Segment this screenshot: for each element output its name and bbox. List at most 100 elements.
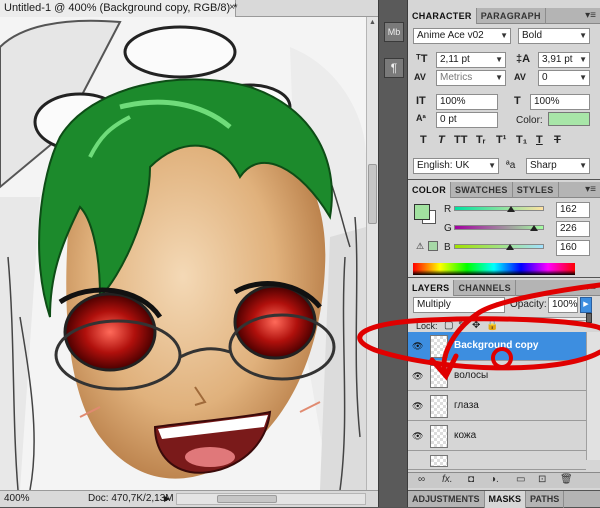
gamut-warning-icon[interactable]: ⚠ — [416, 241, 424, 252]
opacity-slider-knob[interactable] — [586, 313, 592, 323]
lock-transparent-icon[interactable]: ▢ — [444, 320, 453, 331]
lock-all-icon[interactable]: 🔒 — [486, 320, 498, 331]
blend-mode-select[interactable]: Multiply ▼ — [413, 297, 505, 313]
eye-icon[interactable]: 👁 — [412, 402, 423, 411]
mini-bridge-button[interactable]: Mb — [384, 22, 404, 42]
document-tab[interactable]: Untitled-1 @ 400% (Background copy, RGB/… — [0, 0, 238, 17]
font-size-icon: ᵀT — [416, 53, 428, 65]
color-label: Color: — [516, 115, 543, 126]
lock-image-icon[interactable]: ✎ — [458, 320, 466, 331]
foreground-color-swatch[interactable] — [414, 204, 430, 220]
vertical-scale-icon: IT — [416, 95, 426, 107]
leading-field[interactable]: 3,91 pt ▼ — [538, 52, 590, 68]
font-family-select[interactable]: Anime Ace v02 ▼ — [413, 28, 511, 44]
status-bar: 400% Doc: 470,7K/2,13M ▶ — [0, 490, 378, 507]
new-group-icon[interactable]: ▭ — [516, 474, 525, 485]
channel-g-knob[interactable] — [529, 225, 538, 231]
document-vertical-scrollbar[interactable]: ▲ — [366, 17, 378, 490]
channel-r-knob[interactable] — [507, 206, 516, 212]
trash-icon[interactable]: 🗑 — [560, 474, 573, 485]
opacity-slider-toggle[interactable]: ▶ — [580, 297, 592, 313]
layer-row-skin[interactable]: 👁 кожа — [408, 422, 586, 451]
chevron-down-icon: ▼ — [495, 55, 503, 64]
link-layers-icon[interactable]: ∞ — [418, 474, 425, 485]
faux-bold-button[interactable]: T — [420, 134, 427, 146]
panel-menu-icon[interactable]: ▾≡ — [585, 182, 596, 197]
tab-layers[interactable]: LAYERS — [408, 280, 455, 296]
close-icon[interactable]: × — [226, 2, 238, 14]
bottom-tabbar: ADJUSTMENTS MASKS PATHS — [408, 490, 600, 508]
kerning-field[interactable]: Metrics ▼ — [436, 70, 506, 86]
layer-style-icon[interactable]: fx. — [442, 474, 453, 485]
tab-paragraph[interactable]: PARAGRAPH — [477, 8, 546, 24]
all-caps-button[interactable]: TT — [454, 134, 467, 146]
new-layer-icon[interactable]: ⊡ — [538, 474, 546, 485]
eye-icon[interactable]: 👁 — [412, 432, 423, 441]
channel-r-field[interactable]: 162 — [556, 202, 590, 218]
tracking-field[interactable]: 0 ▼ — [538, 70, 590, 86]
chevron-down-icon: ▼ — [488, 161, 496, 170]
font-style-value: Bold — [522, 30, 543, 41]
lock-position-icon[interactable]: ✥ — [472, 320, 480, 331]
baseline-shift-field[interactable]: 0 pt — [436, 112, 498, 128]
tab-masks[interactable]: MASKS — [484, 491, 527, 508]
channel-g-field[interactable]: 226 — [556, 221, 590, 237]
channel-b-slider[interactable] — [454, 244, 544, 249]
zoom-level[interactable]: 400% — [4, 491, 30, 507]
tab-character[interactable]: CHARACTER — [408, 8, 477, 24]
faux-italic-button[interactable]: T — [438, 134, 445, 146]
small-caps-button[interactable]: Tᵣ — [476, 134, 486, 146]
layer-row-partial[interactable] — [408, 452, 586, 470]
vertical-scale-field[interactable]: 100% — [436, 94, 498, 110]
tab-adjustments[interactable]: ADJUSTMENTS — [408, 491, 485, 508]
text-color-swatch[interactable] — [548, 112, 590, 126]
panel-menu-icon[interactable]: ▾≡ — [585, 8, 596, 23]
adjustment-layer-icon[interactable]: ◑. — [490, 474, 499, 485]
document-size-info: Doc: 470,7K/2,13M — [88, 493, 174, 504]
tab-color[interactable]: COLOR — [408, 182, 451, 198]
tab-channels[interactable]: CHANNELS — [454, 280, 516, 296]
font-size-field[interactable]: 2,11 pt ▼ — [436, 52, 506, 68]
document-horizontal-scrollbar[interactable] — [176, 493, 366, 505]
subscript-button[interactable]: T₁ — [516, 134, 527, 146]
underline-button[interactable]: T — [536, 134, 543, 146]
chevron-down-icon: ▼ — [494, 300, 502, 309]
layer-row-hair[interactable]: 👁 волосы — [408, 362, 586, 391]
channel-b-knob[interactable] — [506, 244, 515, 250]
canvas[interactable] — [0, 17, 366, 490]
layer-name: кожа — [454, 430, 477, 441]
strikethrough-button[interactable]: T — [554, 134, 561, 146]
layer-name: глаза — [454, 400, 479, 411]
font-style-select[interactable]: Bold ▼ — [518, 28, 590, 44]
eye-icon[interactable]: 👁 — [412, 372, 423, 381]
superscript-button[interactable]: T¹ — [496, 134, 506, 146]
tab-styles[interactable]: STYLES — [513, 182, 559, 198]
baseline-shift-icon: Aª — [416, 113, 426, 123]
leading-value: 3,91 pt — [542, 54, 573, 65]
scroll-up-icon[interactable]: ▲ — [369, 19, 376, 26]
opacity-popup-slider[interactable] — [504, 317, 592, 321]
opacity-field[interactable]: 100% — [548, 297, 578, 313]
artwork-image — [0, 17, 366, 490]
lock-label: Lock: — [416, 321, 438, 331]
eye-icon[interactable]: 👁 — [412, 342, 423, 351]
paragraph-panel-button[interactable]: ¶ — [384, 58, 404, 78]
opacity-value: 100% — [552, 299, 578, 310]
channel-b-field[interactable]: 160 — [556, 240, 590, 256]
tab-paths[interactable]: PATHS — [526, 491, 565, 508]
language-select[interactable]: English: UK ▼ — [413, 158, 499, 174]
gamut-color-swatch[interactable] — [428, 241, 438, 251]
add-mask-icon[interactable]: ◘ — [468, 474, 474, 485]
scroll-thumb[interactable] — [368, 164, 377, 224]
kerning-icon: AV — [414, 72, 426, 82]
panel-menu-icon[interactable]: ▾≡ — [585, 280, 596, 295]
antialias-select[interactable]: Sharp ▼ — [526, 158, 590, 174]
tab-swatches[interactable]: SWATCHES — [451, 182, 513, 198]
channel-r-slider[interactable] — [454, 206, 544, 211]
layer-row-background-copy[interactable]: 👁 Background copy — [408, 332, 586, 361]
layers-scrollbar[interactable] — [586, 332, 600, 460]
horizontal-scale-field[interactable]: 100% — [530, 94, 590, 110]
layer-row-eyes[interactable]: 👁 глаза — [408, 392, 586, 421]
status-menu-arrow-icon[interactable]: ▶ — [164, 491, 170, 507]
scroll-thumb[interactable] — [217, 495, 277, 503]
